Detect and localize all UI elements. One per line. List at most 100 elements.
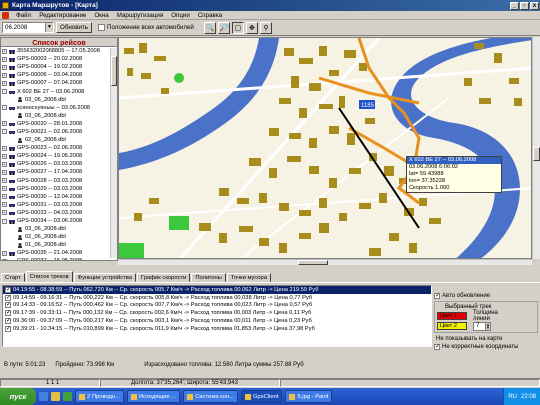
taskbar-item-gpsclient[interactable]: GpsClient (241, 390, 283, 403)
ie-icon[interactable] (39, 392, 48, 401)
trip-file-item[interactable]: 03_06_2008.dbl (2, 112, 117, 120)
color1-button[interactable]: Цвет 1 (437, 312, 467, 320)
menu-routing[interactable]: Маршрутизация (113, 12, 167, 19)
vehicle-item[interactable]: + GPS-00035 -- 21.04.2008 (2, 249, 117, 257)
trip-file-item[interactable]: 02_06_2008.dbl (2, 136, 117, 144)
date-picker[interactable]: 06.2008 ▼ (2, 22, 54, 33)
language-indicator[interactable]: RU (508, 394, 517, 400)
folder-icon[interactable] (51, 392, 60, 401)
start-button[interactable]: пуск (0, 388, 36, 405)
scroll-thumb[interactable] (111, 56, 117, 86)
expand-icon[interactable]: + (2, 210, 7, 216)
vehicle-item[interactable]: + GPS-00026 -- 03.03.2008 (2, 160, 117, 168)
vehicle-item[interactable]: + GPS-00037 -- 15.05.2008 (2, 257, 117, 260)
expand-icon[interactable]: + (2, 153, 7, 159)
vehicle-item[interactable]: + GPS-00006 -- 03.04.2008 (2, 71, 117, 79)
collapse-icon[interactable]: - (2, 89, 7, 95)
menu-windows[interactable]: Окна (90, 12, 112, 19)
track-checkbox[interactable] (5, 309, 11, 317)
taskbar-item-paint[interactable]: 5.jpg - Paint (285, 390, 333, 403)
checkbox-box[interactable] (434, 292, 440, 299)
map-horizontal-scrollbar[interactable] (118, 259, 532, 265)
expand-icon[interactable]: + (2, 80, 7, 86)
zoom-out-icon[interactable]: 🔎 (217, 21, 230, 34)
taskbar-item-outgoing[interactable]: Исходящие ... (126, 390, 181, 403)
color2-button[interactable]: Цвет 2 (437, 322, 467, 330)
magnifier-icon[interactable]: ⚲ (259, 21, 272, 34)
show-all-vehicles-checkbox[interactable]: Положение всех автомобилей (98, 24, 194, 31)
spinner-arrows-icon[interactable]: ▲ ▼ (485, 322, 490, 330)
expand-icon[interactable]: + (2, 145, 7, 151)
tab-speed-chart[interactable]: График скорости (137, 273, 191, 282)
tab-polygons[interactable]: Полигоны (191, 273, 226, 282)
trip-file-item[interactable]: 01_06_2008.dbl (2, 241, 117, 249)
track-checkbox[interactable] (5, 317, 11, 325)
close-button[interactable]: x (530, 1, 539, 10)
expand-icon[interactable]: + (2, 202, 7, 208)
expand-icon[interactable]: + (2, 169, 7, 175)
expand-icon[interactable]: + (2, 64, 7, 70)
vehicle-item[interactable]: - GPS-00034 -- 03.06.2008 (2, 217, 117, 225)
vehicle-item[interactable]: - ксяносхуяныы -- 03.06.2008 (2, 104, 117, 112)
expand-icon[interactable]: + (2, 186, 7, 192)
trip-list-scrollbar[interactable] (110, 48, 117, 258)
vehicle-item[interactable]: + GPS-00004 -- 19.02.2008 (2, 63, 117, 71)
vehicle-item[interactable]: + GPS-00031 -- 03.03.2008 (2, 201, 117, 209)
vehicle-item[interactable]: + GPS-00020 -- 28.01.2008 (2, 120, 117, 128)
vehicle-item[interactable]: + GPS-00029 -- 03.03.2008 (2, 185, 117, 193)
track-row[interactable]: 09.14:33 - 09.16:52 -- Путь 000,462 Км -… (3, 301, 431, 310)
vehicle-item[interactable]: +355632002068805 -- 17.05.2008 (2, 47, 117, 55)
window-titlebar[interactable]: Карта Маршрутов - [Карта] _ ▫ x (0, 0, 540, 11)
vehicle-item[interactable]: - X 602 BE 27 -- 03.06.2008 (2, 87, 117, 95)
vehicle-item[interactable]: + GPS-00007 -- 07.04.2008 (2, 79, 117, 87)
map-canvas[interactable]: 1185 (119, 38, 532, 259)
document-icon[interactable] (2, 11, 9, 19)
map-vertical-scrollbar[interactable] (532, 37, 540, 259)
expand-icon[interactable]: + (2, 250, 7, 256)
maximize-button[interactable]: ▫ (520, 1, 529, 10)
wrong-coords-checkbox[interactable]: Не корректные координаты (434, 343, 538, 351)
vehicle-item[interactable]: + GPS-00028 -- 03.03.2008 (2, 177, 117, 185)
collapse-icon[interactable]: - (2, 218, 7, 224)
track-checkbox[interactable] (5, 325, 11, 332)
pan-icon[interactable]: ✥ (245, 21, 258, 34)
expand-icon[interactable]: + (2, 121, 7, 127)
vehicle-item[interactable]: + GPS-00023 -- 02.06.2008 (2, 144, 117, 152)
trip-file-item[interactable]: 03_06_2008.dbl (2, 96, 117, 104)
track-checkbox[interactable] (5, 301, 11, 309)
scroll-thumb[interactable] (298, 260, 328, 265)
tab-track-list[interactable]: Список треков (25, 271, 73, 282)
track-row[interactable]: 04.19:55 - 08.38:59 -- Путь 062.720 Км -… (3, 286, 431, 294)
track-row[interactable]: 09.36:00 - 09.37:09 -- Путь 000,217 Км -… (3, 317, 431, 325)
select-icon[interactable]: ▢ (231, 21, 244, 34)
expand-icon[interactable]: + (2, 48, 7, 54)
trip-file-item[interactable]: 03_06_2008.dbl (2, 225, 117, 233)
expand-icon[interactable]: + (2, 258, 7, 260)
expand-icon[interactable]: + (2, 72, 7, 78)
track-row[interactable]: 09.14:59 - 09.16:31 -- Путь 000,222 Км -… (3, 294, 431, 302)
zoom-in-icon[interactable]: 🔍 (203, 21, 216, 34)
line-width-spinner[interactable]: 7 ▲ ▼ (473, 321, 491, 331)
menu-edit[interactable]: Редактирование (35, 12, 90, 19)
expand-icon[interactable]: + (2, 194, 7, 200)
chevron-down-icon[interactable]: ▼ (45, 23, 53, 32)
vehicle-item[interactable]: + GPS-00027 -- 17.04.2008 (2, 168, 117, 176)
taskbar-item-control-system[interactable]: Система кон... (183, 390, 239, 403)
vehicle-item[interactable]: + GPS-00033 -- 04.03.2008 (2, 209, 117, 217)
menu-options[interactable]: Опции (167, 12, 194, 19)
collapse-icon[interactable]: - (2, 129, 7, 135)
track-checkbox[interactable] (5, 294, 11, 301)
map-view[interactable]: 1185 (118, 37, 532, 259)
track-row[interactable]: 09.39:21 - 10.34:15 -- Путь 010,899 Км -… (3, 325, 431, 333)
vehicle-item[interactable]: + GPS-00003 -- 20.02.2008 (2, 55, 117, 63)
expand-icon[interactable]: + (2, 178, 7, 184)
tab-device-functions[interactable]: Функции устройства (73, 273, 136, 282)
vehicle-item[interactable]: + GPS-00030 -- 12.04.2008 (2, 193, 117, 201)
trip-file-item[interactable]: 02_06_2008.dbl (2, 233, 117, 241)
vehicle-item[interactable]: - GPS-00021 -- 02.06.2008 (2, 128, 117, 136)
vehicle-item[interactable]: + GPS-00024 -- 19.05.2008 (2, 152, 117, 160)
taskbar-item-explorer[interactable]: 2 Проводн... (75, 390, 124, 403)
desktop-icon[interactable] (63, 392, 72, 401)
expand-icon[interactable]: + (2, 56, 7, 62)
track-checkbox[interactable] (5, 286, 11, 293)
